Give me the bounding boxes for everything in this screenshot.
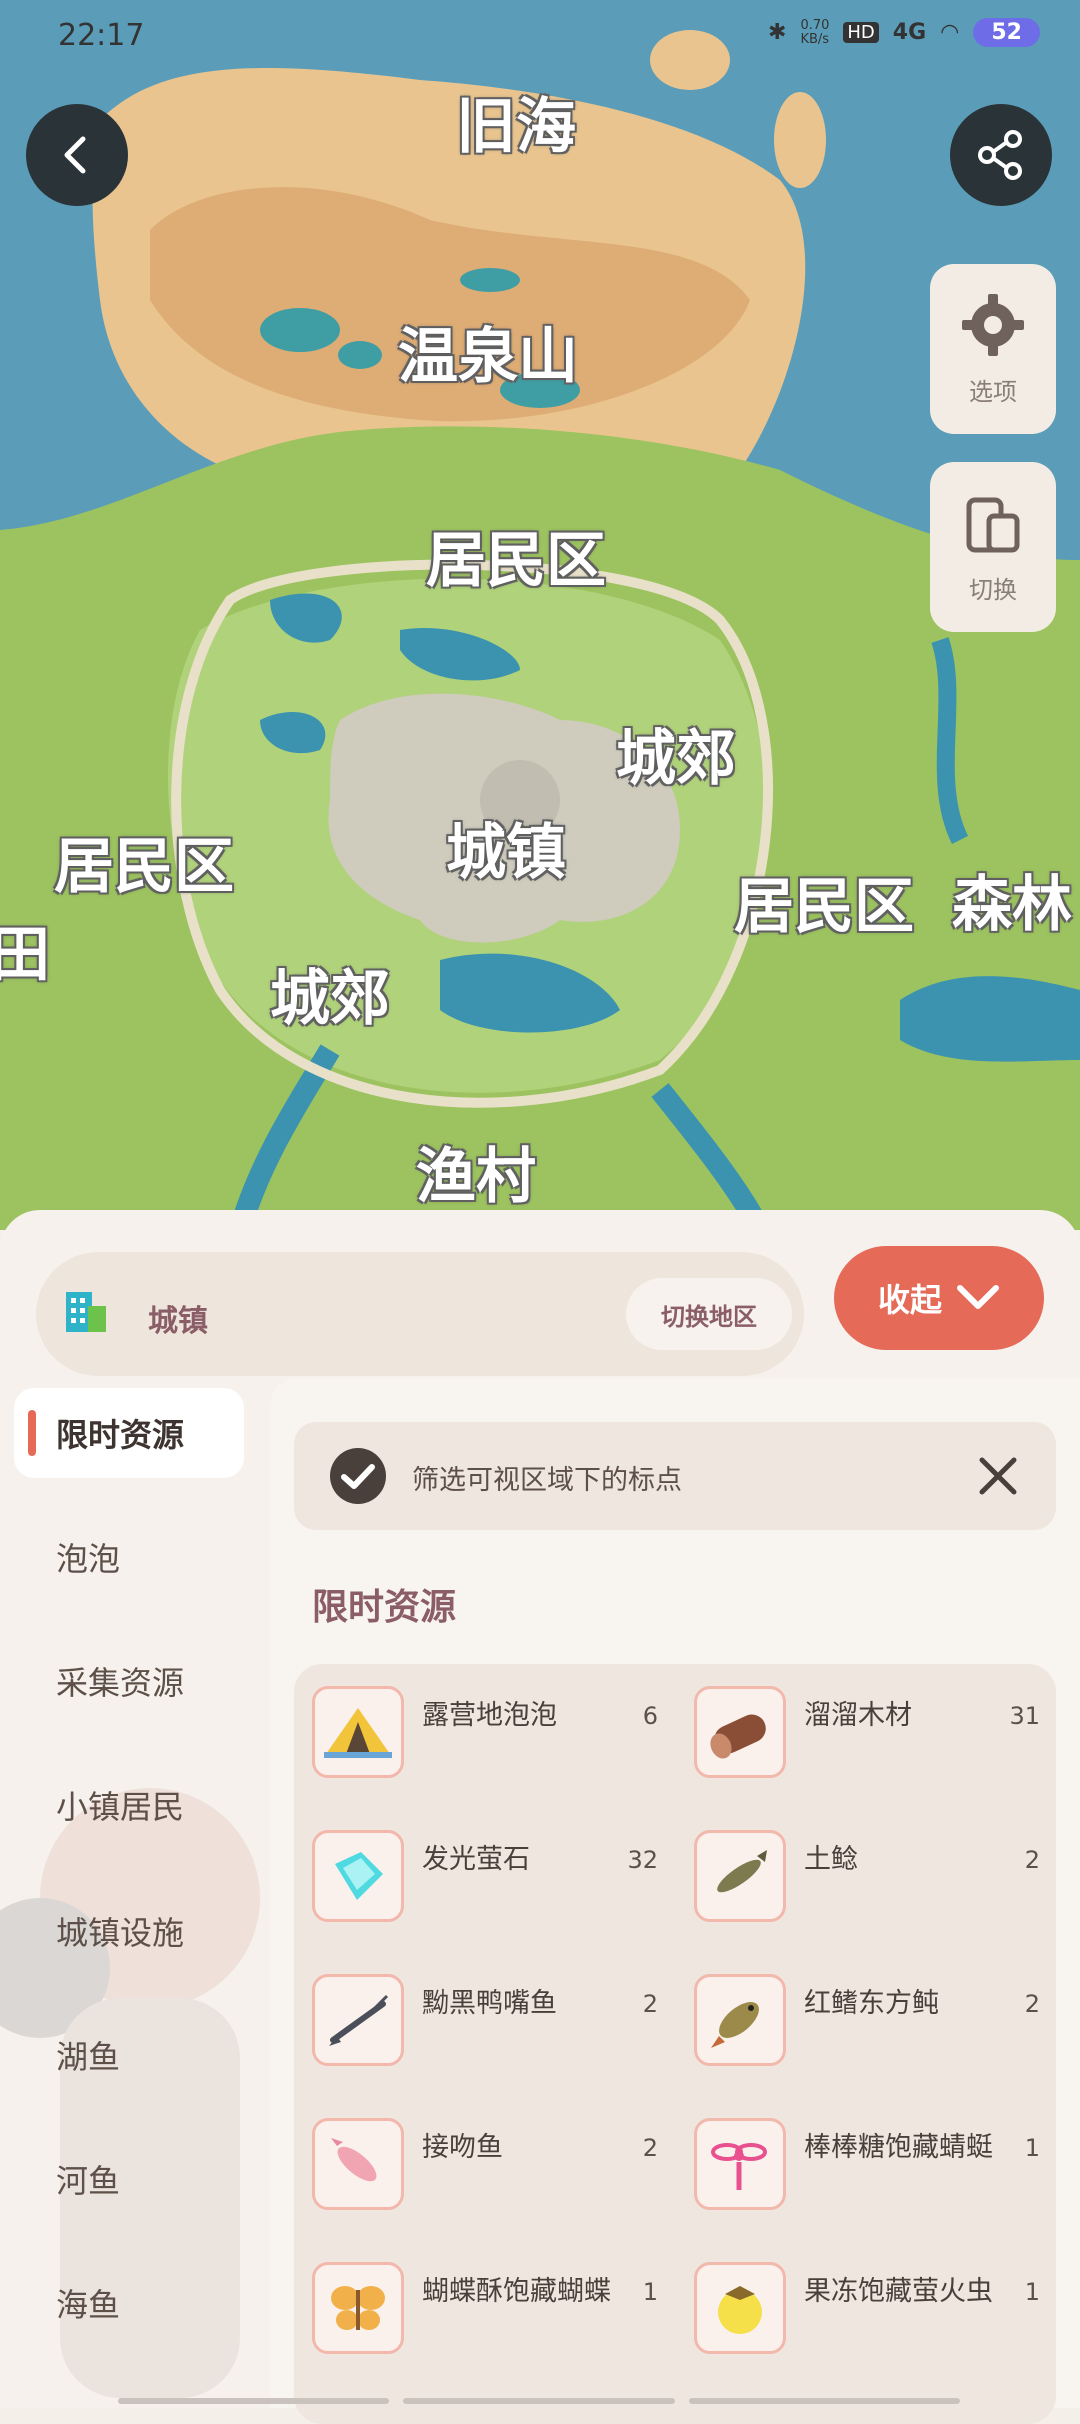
firefly-icon <box>694 2262 786 2354</box>
resource-count: 1 <box>1024 2278 1040 2306</box>
region-bar: 城镇 切换地区 <box>36 1252 804 1376</box>
resource-count: 32 <box>627 1846 658 1874</box>
resource-item[interactable]: 蝴蝶酥饱藏蝴蝶 1 <box>294 2250 664 2360</box>
switch-region-button[interactable]: 切换地区 <box>626 1278 792 1350</box>
resource-item[interactable]: 接吻鱼 2 <box>294 2106 664 2216</box>
category-town-residents[interactable]: 小镇居民 <box>14 1760 244 1850</box>
category-lake-fish[interactable]: 湖鱼 <box>14 2010 244 2100</box>
section-title: 限时资源 <box>312 1587 457 1628</box>
catfish-icon <box>694 1830 786 1922</box>
signal-icon: 4G <box>892 20 927 45</box>
share-icon <box>978 130 1022 180</box>
resource-item[interactable]: 露营地泡泡 6 <box>294 1674 664 1784</box>
resource-item[interactable]: 溜溜木材 31 <box>676 1674 1046 1784</box>
category-bubbles[interactable]: 泡泡 <box>14 1512 244 1602</box>
resource-name: 接吻鱼 <box>422 2132 503 2163</box>
net-speed: 0.70 KB/s <box>800 17 830 47</box>
device-switch-icon <box>966 497 1020 552</box>
battery-indicator: 52 <box>973 18 1040 47</box>
map-label-town[interactable]: 城镇 <box>446 804 566 891</box>
dragonfly-icon <box>694 2118 786 2210</box>
map-label-residential-east[interactable]: 居民区 <box>734 858 914 945</box>
chevron-down-icon <box>957 1285 999 1309</box>
resource-item[interactable]: 棒棒糖饱藏蜻蜓 1 <box>676 2106 1046 2216</box>
resource-count: 6 <box>642 1702 658 1730</box>
bluetooth-icon: ✱ <box>768 20 787 45</box>
map-label-suburb-east[interactable]: 城郊 <box>616 710 736 797</box>
resource-item[interactable]: 果冻饱藏萤火虫 1 <box>676 2250 1046 2360</box>
scroll-indicator <box>118 2398 960 2404</box>
switch-label: 切换 <box>969 575 1017 604</box>
region-name: 城镇 <box>148 1304 208 1339</box>
category-river-fish[interactable]: 河鱼 <box>14 2134 244 2224</box>
hd-icon: HD <box>843 22 879 43</box>
map-label-residential-west[interactable]: 居民区 <box>54 818 234 905</box>
tent-icon <box>312 1686 404 1778</box>
resource-content: 筛选可视区域下的标点 限时资源 露营地泡泡 6 溜溜木材 31 发光萤石 32 … <box>270 1378 1080 2424</box>
category-list: 限时资源 泡泡 采集资源 小镇居民 城镇设施 湖鱼 河鱼 海鱼 <box>0 1378 270 2408</box>
close-icon[interactable] <box>978 1456 1018 1496</box>
category-town-facilities[interactable]: 城镇设施 <box>14 1886 244 1976</box>
category-sea-fish[interactable]: 海鱼 <box>14 2258 244 2348</box>
resource-name: 果冻饱藏萤火虫 <box>804 2276 993 2307</box>
switch-button[interactable]: 切换 <box>930 462 1056 632</box>
category-limited-resources[interactable]: 限时资源 <box>14 1388 244 1478</box>
gem-icon <box>312 1830 404 1922</box>
resource-sheet: 城镇 切换地区 收起 限时资源 泡泡 采集资源 小镇居民 城镇设施 湖鱼 河鱼 … <box>0 1210 1080 2424</box>
resource-count: 1 <box>642 2278 658 2306</box>
map-label-hot-spring[interactable]: 温泉山 <box>398 308 578 395</box>
resource-name: 露营地泡泡 <box>422 1700 557 1731</box>
map-label-old-sea[interactable]: 旧海 <box>456 78 576 165</box>
wifi-icon: ◠ <box>940 20 960 45</box>
status-time: 22:17 <box>58 18 145 53</box>
resource-item[interactable]: 发光萤石 32 <box>294 1818 664 1928</box>
resource-name: 蝴蝶酥饱藏蝴蝶 <box>422 2276 611 2307</box>
resource-count: 2 <box>1024 1990 1040 2018</box>
chevron-left-icon <box>64 136 86 174</box>
resource-name: 棒棒糖饱藏蜻蜓 <box>804 2132 993 2163</box>
category-gather-resources[interactable]: 采集资源 <box>14 1636 244 1726</box>
resource-name: 溜溜木材 <box>804 1700 912 1731</box>
resource-name: 发光萤石 <box>422 1844 530 1875</box>
resource-item[interactable]: 土鲶 2 <box>676 1818 1046 1928</box>
map-label-suburb-west[interactable]: 城郊 <box>270 950 390 1037</box>
gear-icon <box>962 293 1024 356</box>
back-button[interactable] <box>26 104 128 206</box>
kissing-fish-icon <box>312 2118 404 2210</box>
map-label-fishing-village[interactable]: 渔村 <box>416 1128 536 1215</box>
resource-count: 2 <box>1024 1846 1040 1874</box>
resource-count: 2 <box>642 2134 658 2162</box>
map-label-residential-north[interactable]: 居民区 <box>426 512 606 599</box>
resource-name: 黝黑鸭嘴鱼 <box>422 1988 557 2019</box>
collapse-button[interactable]: 收起 <box>834 1246 1044 1350</box>
map-label-forest[interactable]: 森林 <box>952 856 1072 943</box>
wood-log-icon <box>694 1686 786 1778</box>
share-button[interactable] <box>950 104 1052 206</box>
options-button[interactable]: 选项 <box>930 264 1056 434</box>
building-icon <box>66 1292 106 1332</box>
collapse-label: 收起 <box>877 1281 942 1319</box>
resource-grid: 露营地泡泡 6 溜溜木材 31 发光萤石 32 土鲶 2 黝黑鸭嘴鱼 2 红鳍东… <box>294 1664 1056 2424</box>
paddlefish-icon <box>312 1974 404 2066</box>
status-bar: 22:17 ✱ 0.70 KB/s HD 4G ◠ 52 <box>0 18 1080 58</box>
pufferfish-icon <box>694 1974 786 2066</box>
filter-bar[interactable]: 筛选可视区域下的标点 <box>294 1422 1056 1530</box>
map-label-field[interactable]: 田 <box>0 906 50 993</box>
resource-item[interactable]: 黝黑鸭嘴鱼 2 <box>294 1962 664 2072</box>
resource-name: 土鲶 <box>804 1844 858 1875</box>
resource-count: 2 <box>642 1990 658 2018</box>
options-label: 选项 <box>969 377 1017 406</box>
resource-count: 31 <box>1009 1702 1040 1730</box>
butterfly-icon <box>312 2262 404 2354</box>
filter-text: 筛选可视区域下的标点 <box>412 1465 682 1496</box>
resource-count: 1 <box>1024 2134 1040 2162</box>
resource-item[interactable]: 红鳍东方鲀 2 <box>676 1962 1046 2072</box>
game-map[interactable] <box>0 0 1080 1230</box>
check-circle-icon[interactable] <box>328 1446 388 1506</box>
resource-name: 红鳍东方鲀 <box>804 1988 939 2019</box>
